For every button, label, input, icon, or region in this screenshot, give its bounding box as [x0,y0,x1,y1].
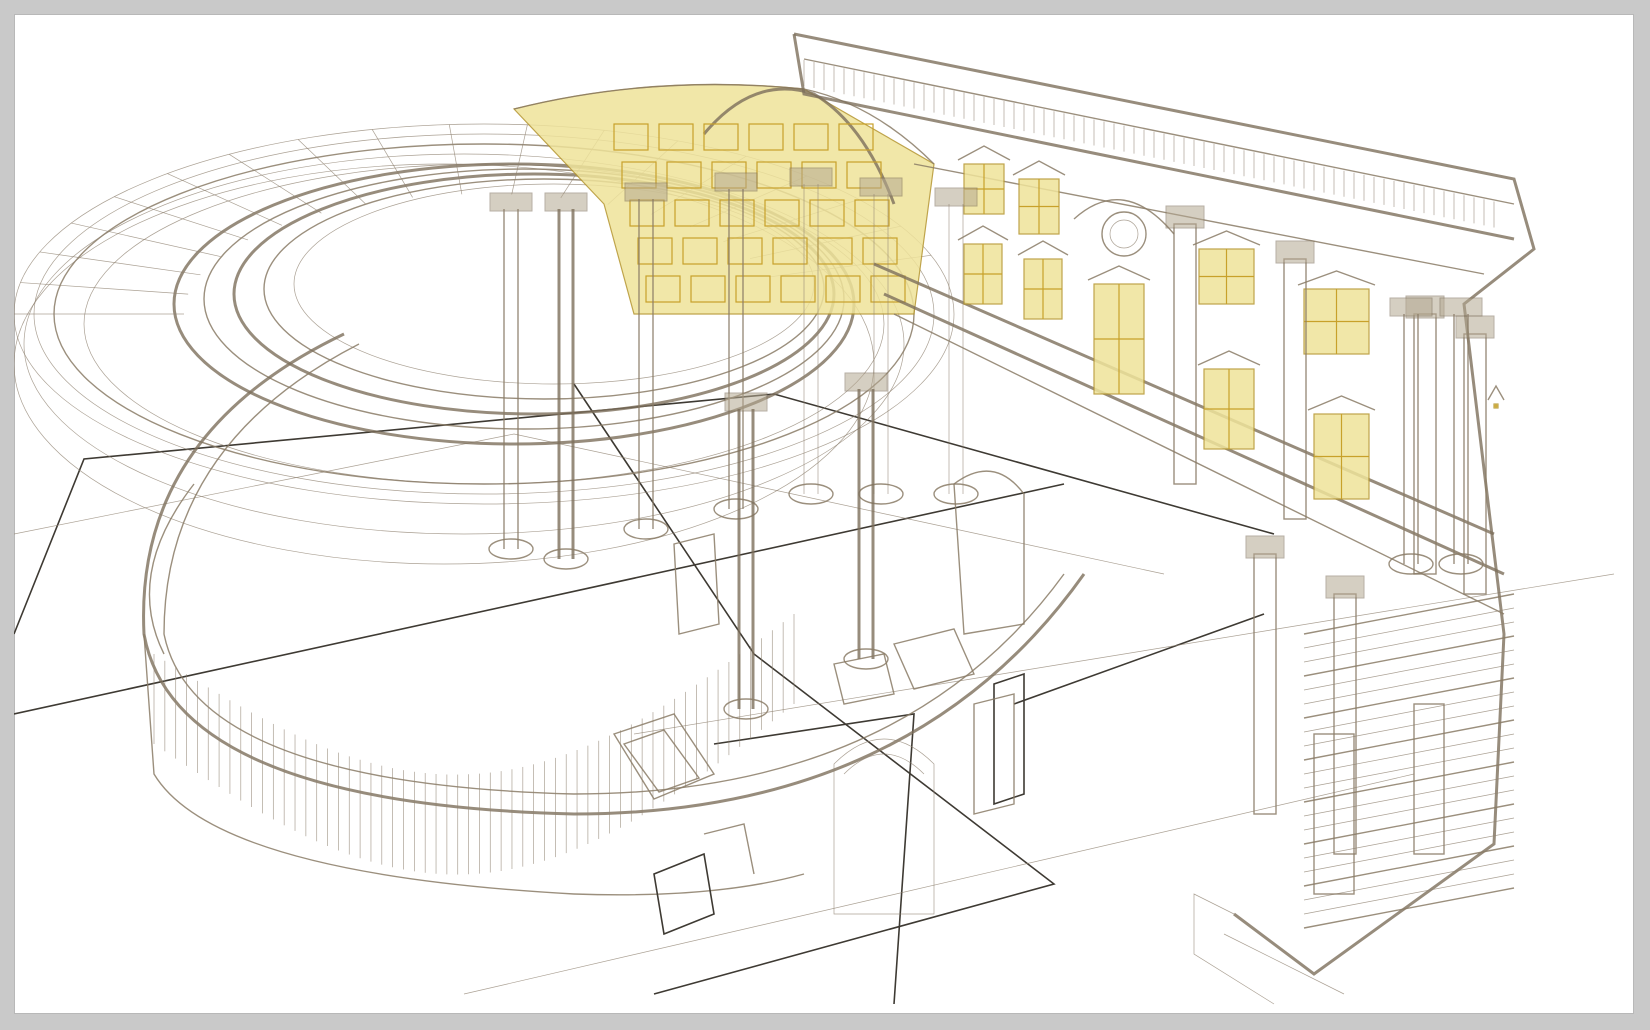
drum-edge-2 [148,483,195,655]
column-capital [844,372,888,392]
window-pediment [1297,270,1376,286]
column-capital [789,167,833,187]
plinth-radial [71,222,221,257]
window-7 [1197,350,1261,450]
pilaster-capital [1165,205,1205,229]
plinth-radial [448,124,463,195]
column-1 [543,192,589,570]
column-6 [933,187,979,505]
column-base [858,483,904,505]
column-base [543,548,589,570]
wireframe-viewport[interactable] [14,14,1634,1014]
column-capital [1439,297,1483,317]
pilaster-capital [1275,240,1315,264]
column-base [623,518,669,540]
column-capital [624,182,668,202]
column-base [488,538,534,560]
window-3 [1017,240,1069,320]
rusticated-base [1303,593,1515,929]
viewer-frame [0,0,1650,1030]
column-capital [1389,297,1433,317]
facade-windows [957,145,1505,500]
window-9 [1487,384,1505,409]
window-8 [1307,395,1376,500]
window-pediment [957,145,1011,161]
base-pier [1413,703,1445,855]
column-base [713,498,759,520]
oculus [1101,211,1147,257]
window-2 [957,225,1009,305]
window-pediment [1487,384,1505,401]
column-10 [1438,297,1484,575]
pilaster-0 [1173,223,1197,485]
column-capital [724,392,768,412]
column-base [843,648,889,670]
column-base [788,483,834,505]
column-capital [544,192,588,212]
column-base [1388,553,1434,575]
window-4 [1087,265,1151,395]
window-6 [1297,270,1376,355]
window-pediment [1197,350,1261,366]
window-pediment [1012,160,1066,176]
pilaster-capital [1325,575,1365,599]
plinth-radial [511,124,528,195]
window-5 [1192,230,1261,305]
ground-guides [14,383,1615,1005]
column-base [933,483,979,505]
plinth-radial [297,139,366,205]
window-pediment [957,225,1009,241]
pilaster-4 [1253,553,1277,815]
window-pediment [1017,240,1069,256]
column-capital [489,192,533,212]
column-capital [859,177,903,197]
column-base [1438,553,1484,575]
architectural-wireframe-model [14,32,1615,1005]
pilaster-capital [1455,315,1495,339]
window-pediment [1192,230,1261,246]
column-8 [843,372,889,670]
column-capital [934,187,978,207]
window-1 [1012,160,1066,235]
stair-elements [612,470,1345,1005]
column-capital [714,172,758,192]
window-pediment [1307,395,1376,411]
pilaster-capital [1245,535,1285,559]
window-pediment [1087,265,1151,281]
plinth-radial [39,251,201,276]
